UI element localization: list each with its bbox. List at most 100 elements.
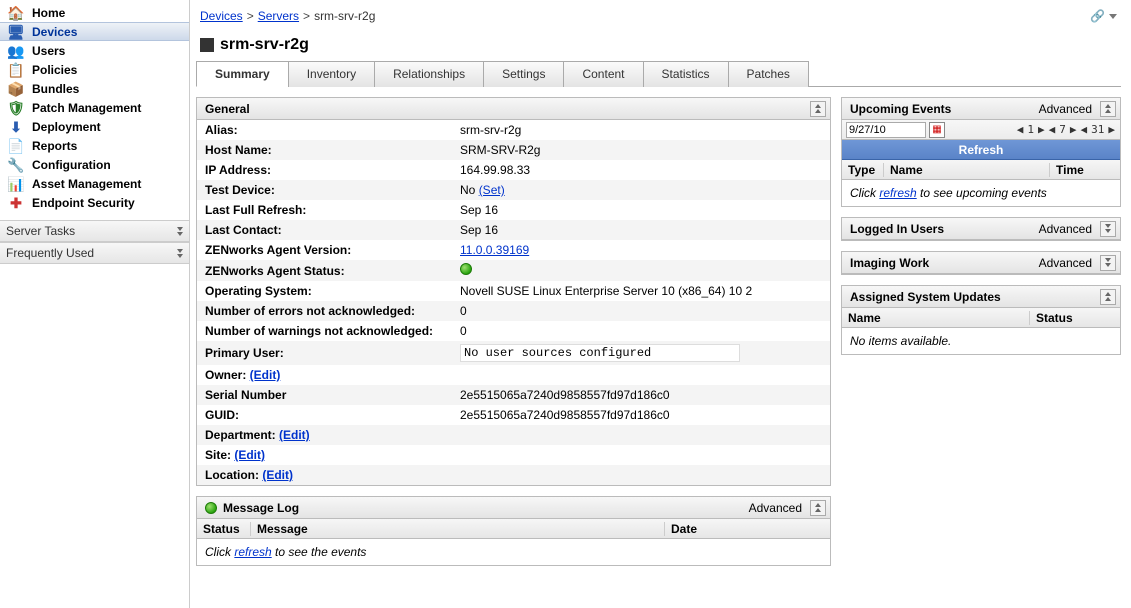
nav-policies[interactable]: 📋Policies xyxy=(0,60,189,79)
general-row: ZENworks Agent Version:11.0.0.39169 xyxy=(197,240,830,260)
breadcrumb-devices[interactable]: Devices xyxy=(200,9,243,23)
tab-patches[interactable]: Patches xyxy=(728,61,809,87)
nav-endpoint-security[interactable]: ✚Endpoint Security xyxy=(0,193,189,212)
deployment-icon: ⬇ xyxy=(8,119,24,135)
edit-link[interactable]: (Edit) xyxy=(262,468,293,482)
property-label: IP Address: xyxy=(197,160,452,180)
property-label: Last Contact: xyxy=(197,220,452,240)
nav-asset-management[interactable]: 📊Asset Management xyxy=(0,174,189,193)
nav-deployment[interactable]: ⬇Deployment xyxy=(0,117,189,136)
nav-label: Patch Management xyxy=(32,101,141,115)
text: to see the events xyxy=(272,545,367,559)
collapse-button[interactable] xyxy=(1100,289,1116,305)
nav-users[interactable]: 👥Users xyxy=(0,41,189,60)
expand-button[interactable] xyxy=(1100,221,1116,237)
tab-settings[interactable]: Settings xyxy=(483,61,564,87)
property-label: Test Device: xyxy=(197,180,452,200)
nav-label: Configuration xyxy=(32,158,111,172)
property-label: Alias: xyxy=(197,120,452,140)
link-icon[interactable]: 🔗 xyxy=(1090,9,1105,23)
sysupdates-body: No items available. xyxy=(842,328,1120,354)
edit-link[interactable]: (Edit) xyxy=(279,428,310,442)
col-name[interactable]: Name xyxy=(884,163,1050,177)
devices-icon: 🖥 xyxy=(8,24,24,40)
page-actions: 🔗 xyxy=(1090,9,1117,23)
property-value: 164.99.98.33 xyxy=(452,160,830,180)
nav-devices[interactable]: 🖥Devices xyxy=(0,22,189,41)
collapse-button[interactable] xyxy=(810,500,826,516)
panel-imaging-work: Imaging Work Advanced xyxy=(841,251,1121,275)
edit-link[interactable]: (Edit) xyxy=(234,448,265,462)
calendar-icon[interactable]: ▦ xyxy=(929,122,945,138)
col-left: General Alias:srm-srv-r2gHost Name:SRM-S… xyxy=(196,97,831,576)
collapse-button[interactable] xyxy=(1100,101,1116,117)
message-log-columns: Status Message Date xyxy=(197,519,830,539)
tab-summary[interactable]: Summary xyxy=(196,61,289,87)
col-right: Upcoming Events Advanced ▦ ◀1▶ xyxy=(841,97,1121,365)
panel-message-log: Message Log Advanced Status Message Date xyxy=(196,496,831,566)
col-status[interactable]: Status xyxy=(1030,311,1120,325)
sidebar-section-server-tasks[interactable]: Server Tasks xyxy=(0,220,189,242)
edit-link[interactable]: (Edit) xyxy=(250,368,281,382)
property-label: Primary User: xyxy=(197,341,452,365)
next-31[interactable]: ▶ xyxy=(1107,123,1116,136)
property-label: Host Name: xyxy=(197,140,452,160)
property-value: No user sources configured xyxy=(452,341,830,365)
nav-label: Policies xyxy=(32,63,77,77)
col-message[interactable]: Message xyxy=(251,522,665,536)
collapse-button[interactable] xyxy=(810,101,826,117)
refresh-link[interactable]: refresh xyxy=(234,545,271,559)
general-row: Department: (Edit) xyxy=(197,425,830,445)
tab-statistics[interactable]: Statistics xyxy=(643,61,729,87)
advanced-link[interactable]: Advanced xyxy=(1039,222,1092,236)
events-toolbar: ▦ ◀1▶ ◀7▶ ◀31▶ xyxy=(842,120,1120,140)
prev-1[interactable]: ◀ xyxy=(1016,123,1025,136)
breadcrumb-servers[interactable]: Servers xyxy=(258,9,299,23)
advanced-link[interactable]: Advanced xyxy=(749,501,802,515)
status-ok-icon xyxy=(460,263,472,275)
prev-7[interactable]: ◀ xyxy=(1048,123,1057,136)
dropdown-icon[interactable] xyxy=(1109,14,1117,19)
nav-label: Asset Management xyxy=(32,177,141,191)
col-status[interactable]: Status xyxy=(197,522,251,536)
panel-title: Assigned System Updates xyxy=(850,290,1001,304)
sidebar-section-frequently-used[interactable]: Frequently Used xyxy=(0,242,189,264)
advanced-link[interactable]: Advanced xyxy=(1039,256,1092,270)
nav-patch-management[interactable]: 🛡Patch Management xyxy=(0,98,189,117)
general-row: Host Name:SRM-SRV-R2g xyxy=(197,140,830,160)
col-name[interactable]: Name xyxy=(842,311,1030,325)
tab-relationships[interactable]: Relationships xyxy=(374,61,484,87)
property-value xyxy=(452,260,830,281)
tab-content[interactable]: Content xyxy=(563,61,643,87)
panel-title: General xyxy=(205,102,250,116)
expand-button[interactable] xyxy=(1100,255,1116,271)
users-icon: 👥 xyxy=(8,43,24,59)
refresh-link[interactable]: refresh xyxy=(879,186,916,200)
nav-reports[interactable]: 📄Reports xyxy=(0,136,189,155)
tabs: Summary Inventory Relationships Settings… xyxy=(196,60,1121,87)
text: to see upcoming events xyxy=(917,186,1047,200)
col-date[interactable]: Date xyxy=(665,522,830,536)
nav-configuration[interactable]: 🔧Configuration xyxy=(0,155,189,174)
nav-bundles[interactable]: 📦Bundles xyxy=(0,79,189,98)
tab-inventory[interactable]: Inventory xyxy=(288,61,375,87)
next-7[interactable]: ▶ xyxy=(1069,123,1078,136)
general-row: Location: (Edit) xyxy=(197,465,830,485)
col-time[interactable]: Time xyxy=(1050,163,1120,177)
col-type[interactable]: Type xyxy=(842,163,884,177)
next-1[interactable]: ▶ xyxy=(1037,123,1046,136)
nav-home[interactable]: 🏠Home xyxy=(0,3,189,22)
advanced-link[interactable]: Advanced xyxy=(1039,102,1092,116)
panel-upcoming-events: Upcoming Events Advanced ▦ ◀1▶ xyxy=(841,97,1121,207)
property-label: Owner: (Edit) xyxy=(197,365,452,385)
value-link[interactable]: (Set) xyxy=(479,183,505,197)
message-log-body: Click refresh to see the events xyxy=(197,539,830,565)
date-input[interactable] xyxy=(846,122,926,138)
prev-31[interactable]: ◀ xyxy=(1080,123,1089,136)
reports-icon: 📄 xyxy=(8,138,24,154)
breadcrumb-sep: > xyxy=(247,9,254,23)
value-link[interactable]: 11.0.0.39169 xyxy=(460,243,529,257)
refresh-button[interactable]: Refresh xyxy=(842,140,1120,160)
events-body: Click refresh to see upcoming events xyxy=(842,180,1120,206)
general-row: ZENworks Agent Status: xyxy=(197,260,830,281)
